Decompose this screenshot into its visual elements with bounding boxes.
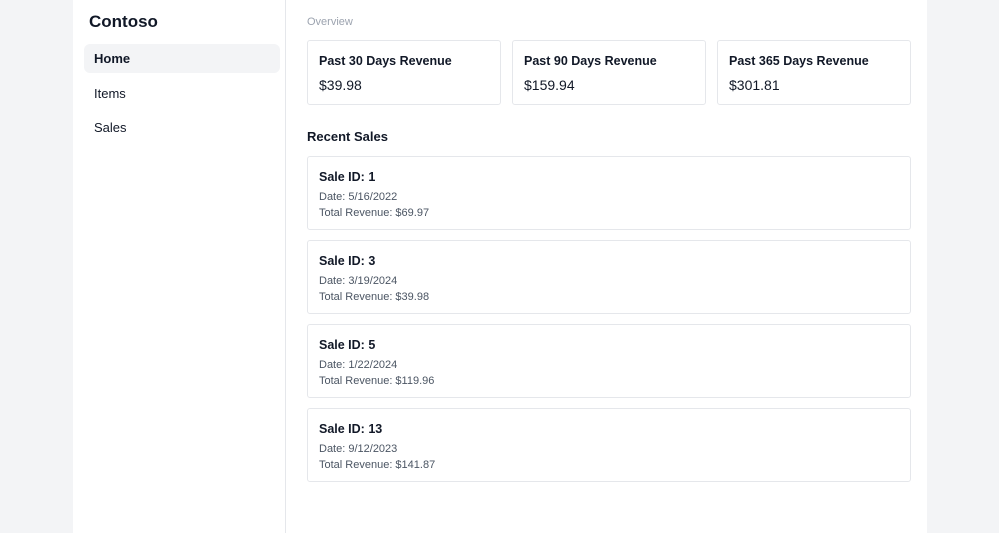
stat-value: $301.81 [729, 77, 780, 93]
sale-id: Sale ID: 1 [319, 170, 376, 184]
sidebar-item-items[interactable]: Items [84, 79, 280, 108]
breadcrumb: Overview [307, 16, 353, 28]
stat-card-365-days: Past 365 Days Revenue $301.81 [717, 40, 911, 105]
sale-id: Sale ID: 5 [319, 338, 376, 352]
recent-sales-heading: Recent Sales [307, 129, 388, 144]
sale-date: Date: 3/19/2024 [319, 275, 398, 287]
sale-revenue: Total Revenue: $69.97 [319, 207, 430, 219]
list-item[interactable]: Sale ID: 1 Date: 5/16/2022 Total Revenue… [307, 156, 911, 230]
sidebar-item-sales[interactable]: Sales [84, 113, 280, 142]
sale-revenue: Total Revenue: $119.96 [319, 375, 435, 387]
recent-sales-list: Sale ID: 1 Date: 5/16/2022 Total Revenue… [307, 156, 911, 492]
list-item[interactable]: Sale ID: 13 Date: 9/12/2023 Total Revenu… [307, 408, 911, 482]
sale-date: Date: 1/22/2024 [319, 359, 398, 371]
stat-title: Past 365 Days Revenue [729, 54, 869, 68]
stat-title: Past 90 Days Revenue [524, 54, 657, 68]
stat-card-90-days: Past 90 Days Revenue $159.94 [512, 40, 706, 105]
sale-revenue: Total Revenue: $141.87 [319, 459, 436, 471]
sale-id: Sale ID: 3 [319, 254, 376, 268]
sale-date: Date: 5/16/2022 [319, 191, 398, 203]
stat-value: $39.98 [319, 77, 362, 93]
stat-title: Past 30 Days Revenue [319, 54, 452, 68]
stats-row: Past 30 Days Revenue $39.98 Past 90 Days… [307, 40, 911, 105]
sale-id: Sale ID: 13 [319, 422, 383, 436]
stat-value: $159.94 [524, 77, 575, 93]
sidebar-nav: Home Items Sales [84, 44, 280, 148]
sale-date: Date: 9/12/2023 [319, 443, 398, 455]
brand-logo[interactable]: Contoso [89, 12, 158, 32]
list-item[interactable]: Sale ID: 5 Date: 1/22/2024 Total Revenue… [307, 324, 911, 398]
stat-card-30-days: Past 30 Days Revenue $39.98 [307, 40, 501, 105]
main-content: Overview Past 30 Days Revenue $39.98 Pas… [286, 0, 927, 533]
list-item[interactable]: Sale ID: 3 Date: 3/19/2024 Total Revenue… [307, 240, 911, 314]
sidebar: Contoso Home Items Sales [73, 0, 286, 533]
sidebar-item-home[interactable]: Home [84, 44, 280, 73]
app-frame: Contoso Home Items Sales Overview Past 3… [73, 0, 927, 533]
sale-revenue: Total Revenue: $39.98 [319, 291, 430, 303]
